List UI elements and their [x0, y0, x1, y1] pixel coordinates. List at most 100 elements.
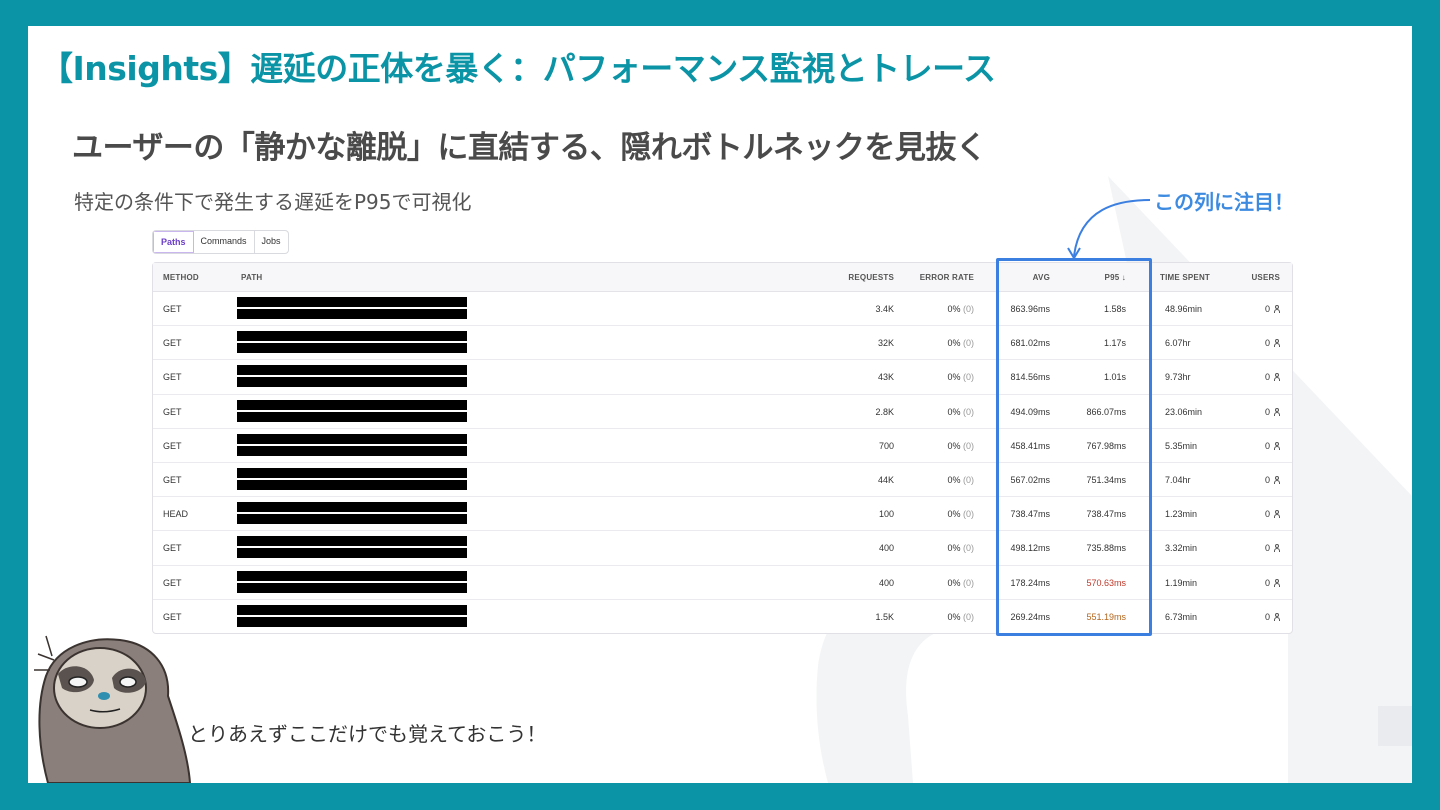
cell-method: HEAD [163, 509, 189, 520]
error-count: (0) [963, 509, 974, 520]
cell-users: 0 [1265, 475, 1280, 485]
cell-users: 0 [1265, 407, 1280, 417]
slide-caption: 特定の条件下で発生する遅延をP95で可視化 [74, 190, 472, 214]
tab-commands[interactable]: Commands [194, 231, 255, 253]
user-icon [1274, 612, 1280, 621]
cell-time-spent: 9.73hr [1165, 372, 1191, 383]
error-count: (0) [963, 474, 974, 485]
tab-jobs[interactable]: Jobs [255, 231, 288, 253]
cell-time-spent: 23.06min [1165, 406, 1203, 417]
redacted-path [237, 309, 467, 319]
cell-requests: 400 [878, 543, 894, 554]
cell-time-spent: 6.73min [1165, 611, 1198, 622]
slide-subtitle: ユーザーの「静かな離脱」に直結する、隠れボトルネックを見抜く [72, 130, 987, 166]
cell-users: 0 [1265, 578, 1280, 588]
mascot-speech-text: とりあえずここだけでも覚えておこう！ [188, 722, 547, 746]
user-icon [1274, 441, 1280, 450]
cell-error-rate: 0% (0) [947, 543, 974, 553]
cell-error-rate: 0% (0) [947, 407, 974, 417]
user-icon [1274, 544, 1280, 553]
cell-time-spent: 5.35min [1165, 440, 1198, 451]
user-icon [1274, 339, 1280, 348]
error-count: (0) [963, 304, 974, 314]
cell-users: 0 [1265, 304, 1280, 314]
error-count: (0) [963, 372, 974, 383]
error-rate-value: 0% [947, 577, 961, 588]
users-count: 0 [1264, 440, 1270, 451]
error-rate-value: 0% [947, 440, 961, 451]
redacted-path [237, 604, 467, 615]
cell-users: 0 [1265, 441, 1280, 451]
user-icon [1274, 407, 1280, 416]
redacted-path [237, 548, 467, 559]
cell-method: GET [163, 440, 182, 451]
redacted-path [237, 467, 467, 478]
redacted-path [237, 297, 467, 307]
cell-method: GET [163, 338, 182, 349]
user-icon [1274, 578, 1280, 587]
redacted-path [237, 445, 467, 456]
column-header-path[interactable]: PATH [241, 273, 262, 282]
users-count: 0 [1264, 577, 1270, 588]
column-header-users[interactable]: USERS [1251, 273, 1280, 282]
user-icon [1274, 305, 1280, 313]
redacted-path [237, 479, 467, 490]
cell-method: GET [163, 372, 182, 383]
users-count: 0 [1264, 611, 1270, 622]
cell-time-spent: 3.32min [1165, 543, 1198, 554]
cell-requests: 400 [878, 577, 894, 588]
cell-method: GET [163, 474, 182, 485]
cell-error-rate: 0% (0) [947, 372, 974, 382]
column-header-time-spent[interactable]: TIME SPENT [1160, 273, 1210, 282]
users-count: 0 [1264, 304, 1270, 314]
cell-requests: 2.8K [875, 406, 894, 417]
redacted-path [237, 536, 467, 547]
error-count: (0) [963, 338, 974, 349]
cell-method: GET [163, 577, 182, 588]
error-count: (0) [963, 611, 974, 622]
cell-error-rate: 0% (0) [947, 338, 974, 348]
users-count: 0 [1264, 509, 1270, 520]
redacted-path [237, 514, 467, 525]
column-header-requests[interactable]: REQUESTS [848, 273, 894, 282]
redacted-path [237, 365, 467, 376]
redacted-path [237, 399, 467, 410]
cell-error-rate: 0% (0) [947, 441, 974, 451]
error-rate-value: 0% [947, 406, 961, 417]
cell-method: GET [163, 304, 182, 314]
cell-users: 0 [1265, 509, 1280, 519]
error-rate-value: 0% [947, 372, 961, 383]
p95-highlight-box [996, 258, 1152, 636]
cell-users: 0 [1265, 338, 1280, 348]
tab-paths[interactable]: Paths [153, 231, 194, 253]
cell-requests: 44K [877, 474, 894, 485]
users-count: 0 [1264, 543, 1270, 554]
slide-title: 【Insights】遅延の正体を暴く：パフォーマンス監視とトレース [40, 49, 996, 88]
error-rate-value: 0% [947, 474, 961, 485]
users-count: 0 [1264, 474, 1270, 485]
user-icon [1274, 510, 1280, 519]
redacted-path [237, 616, 467, 627]
redacted-path [237, 502, 467, 513]
redacted-path [237, 331, 467, 342]
cell-requests: 3.4K [875, 304, 894, 314]
cell-time-spent: 1.23min [1165, 509, 1198, 520]
cell-users: 0 [1265, 612, 1280, 622]
column-header-method[interactable]: METHOD [163, 273, 199, 282]
error-rate-value: 0% [947, 611, 961, 622]
cell-method: GET [163, 611, 182, 622]
error-rate-value: 0% [947, 338, 961, 349]
cell-requests: 43K [877, 372, 894, 383]
users-count: 0 [1264, 338, 1270, 349]
cell-time-spent: 6.07hr [1165, 338, 1191, 349]
users-count: 0 [1264, 372, 1270, 383]
cell-users: 0 [1265, 543, 1280, 553]
slide: 【Insights】遅延の正体を暴く：パフォーマンス監視とトレース ユーザーの「… [28, 26, 1412, 783]
cell-error-rate: 0% (0) [947, 304, 974, 314]
cell-error-rate: 0% (0) [947, 578, 974, 588]
cell-error-rate: 0% (0) [947, 509, 974, 519]
cell-error-rate: 0% (0) [947, 612, 974, 622]
user-icon [1274, 373, 1280, 382]
error-rate-value: 0% [947, 543, 961, 554]
column-header-error-rate[interactable]: ERROR RATE [920, 273, 974, 282]
